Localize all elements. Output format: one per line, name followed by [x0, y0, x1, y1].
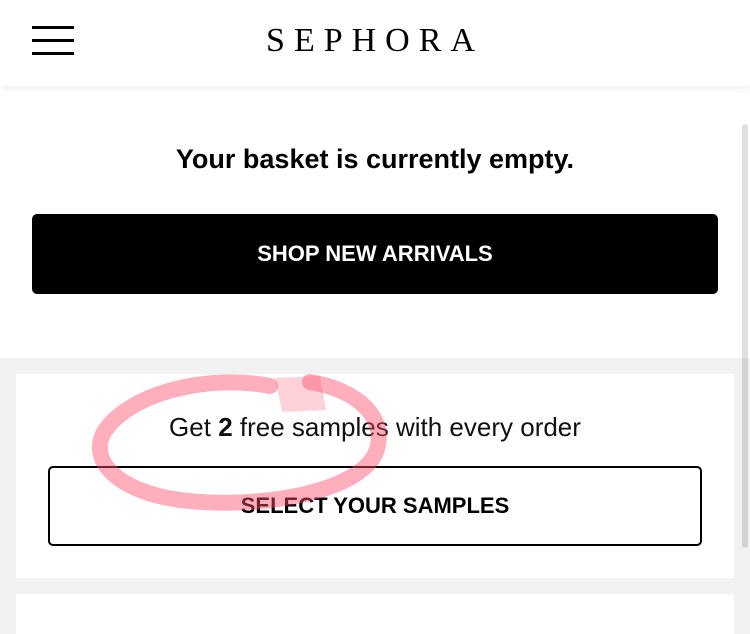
sephora-logo[interactable]: SEPHORA	[0, 22, 750, 60]
select-your-samples-button[interactable]: SELECT YOUR SAMPLES	[48, 466, 702, 546]
shop-new-arrivals-button[interactable]: SHOP NEW ARRIVALS	[32, 214, 718, 294]
samples-text-prefix: Get	[169, 412, 211, 442]
free-samples-card: Get 2 free samples with every order SELE…	[16, 374, 734, 578]
free-samples-text: Get 2 free samples with every order	[16, 411, 734, 443]
basket-section: Your basket is currently empty. SHOP NEW…	[0, 86, 750, 358]
empty-basket-message: Your basket is currently empty.	[175, 144, 575, 174]
samples-count: 2	[218, 412, 233, 442]
samples-text-suffix: free samples with every order	[239, 412, 581, 442]
next-section-card	[16, 594, 734, 634]
site-header: SEPHORA	[0, 0, 750, 86]
scrollbar[interactable]	[742, 124, 748, 548]
